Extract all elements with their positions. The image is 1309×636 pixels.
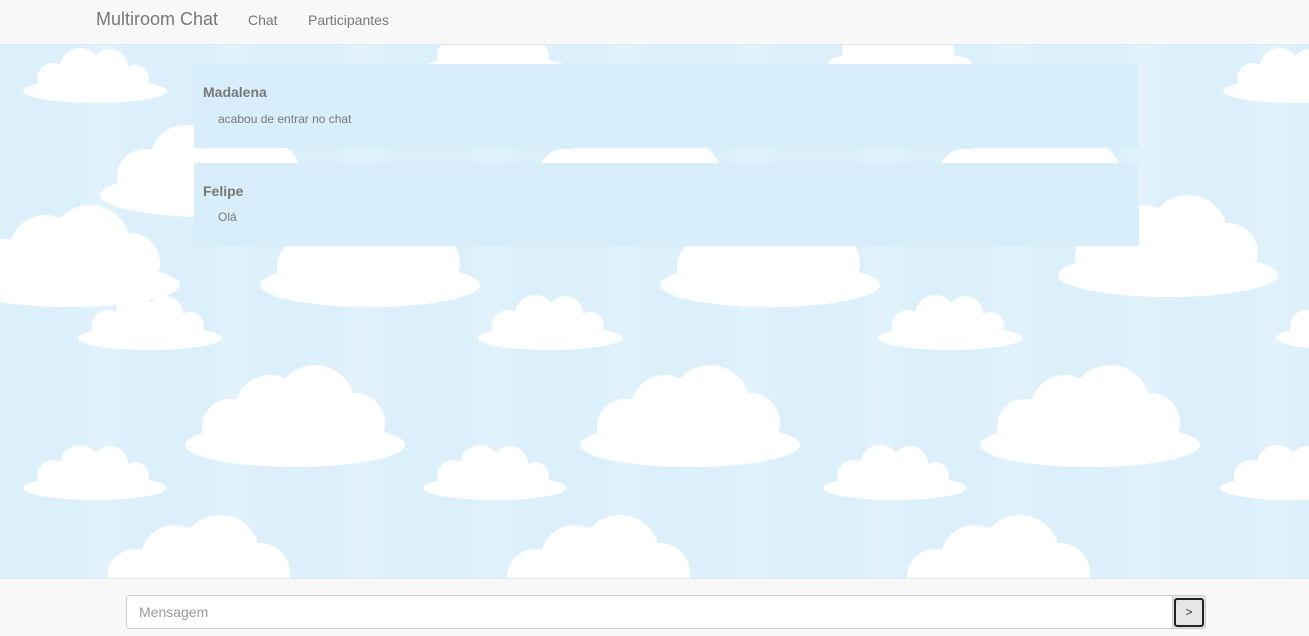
- nav-link-participants[interactable]: Participantes: [308, 12, 389, 28]
- send-button[interactable]: >: [1172, 595, 1206, 629]
- send-button-label: >: [1174, 597, 1204, 627]
- message-author: Felipe: [203, 183, 244, 199]
- message-composer: >: [0, 578, 1309, 636]
- message-input[interactable]: [126, 595, 1174, 629]
- message-text: acabou de entrar no chat: [218, 112, 352, 126]
- message-author: Madalena: [203, 84, 267, 100]
- top-navbar: Multiroom Chat Chat Participantes: [0, 0, 1309, 45]
- message-text: Olá: [218, 210, 237, 224]
- brand-title[interactable]: Multiroom Chat: [96, 9, 218, 30]
- nav-link-chat[interactable]: Chat: [248, 12, 278, 28]
- chat-message: Madalena acabou de entrar no chat: [194, 64, 1139, 148]
- chat-message: Felipe Olá: [194, 163, 1139, 246]
